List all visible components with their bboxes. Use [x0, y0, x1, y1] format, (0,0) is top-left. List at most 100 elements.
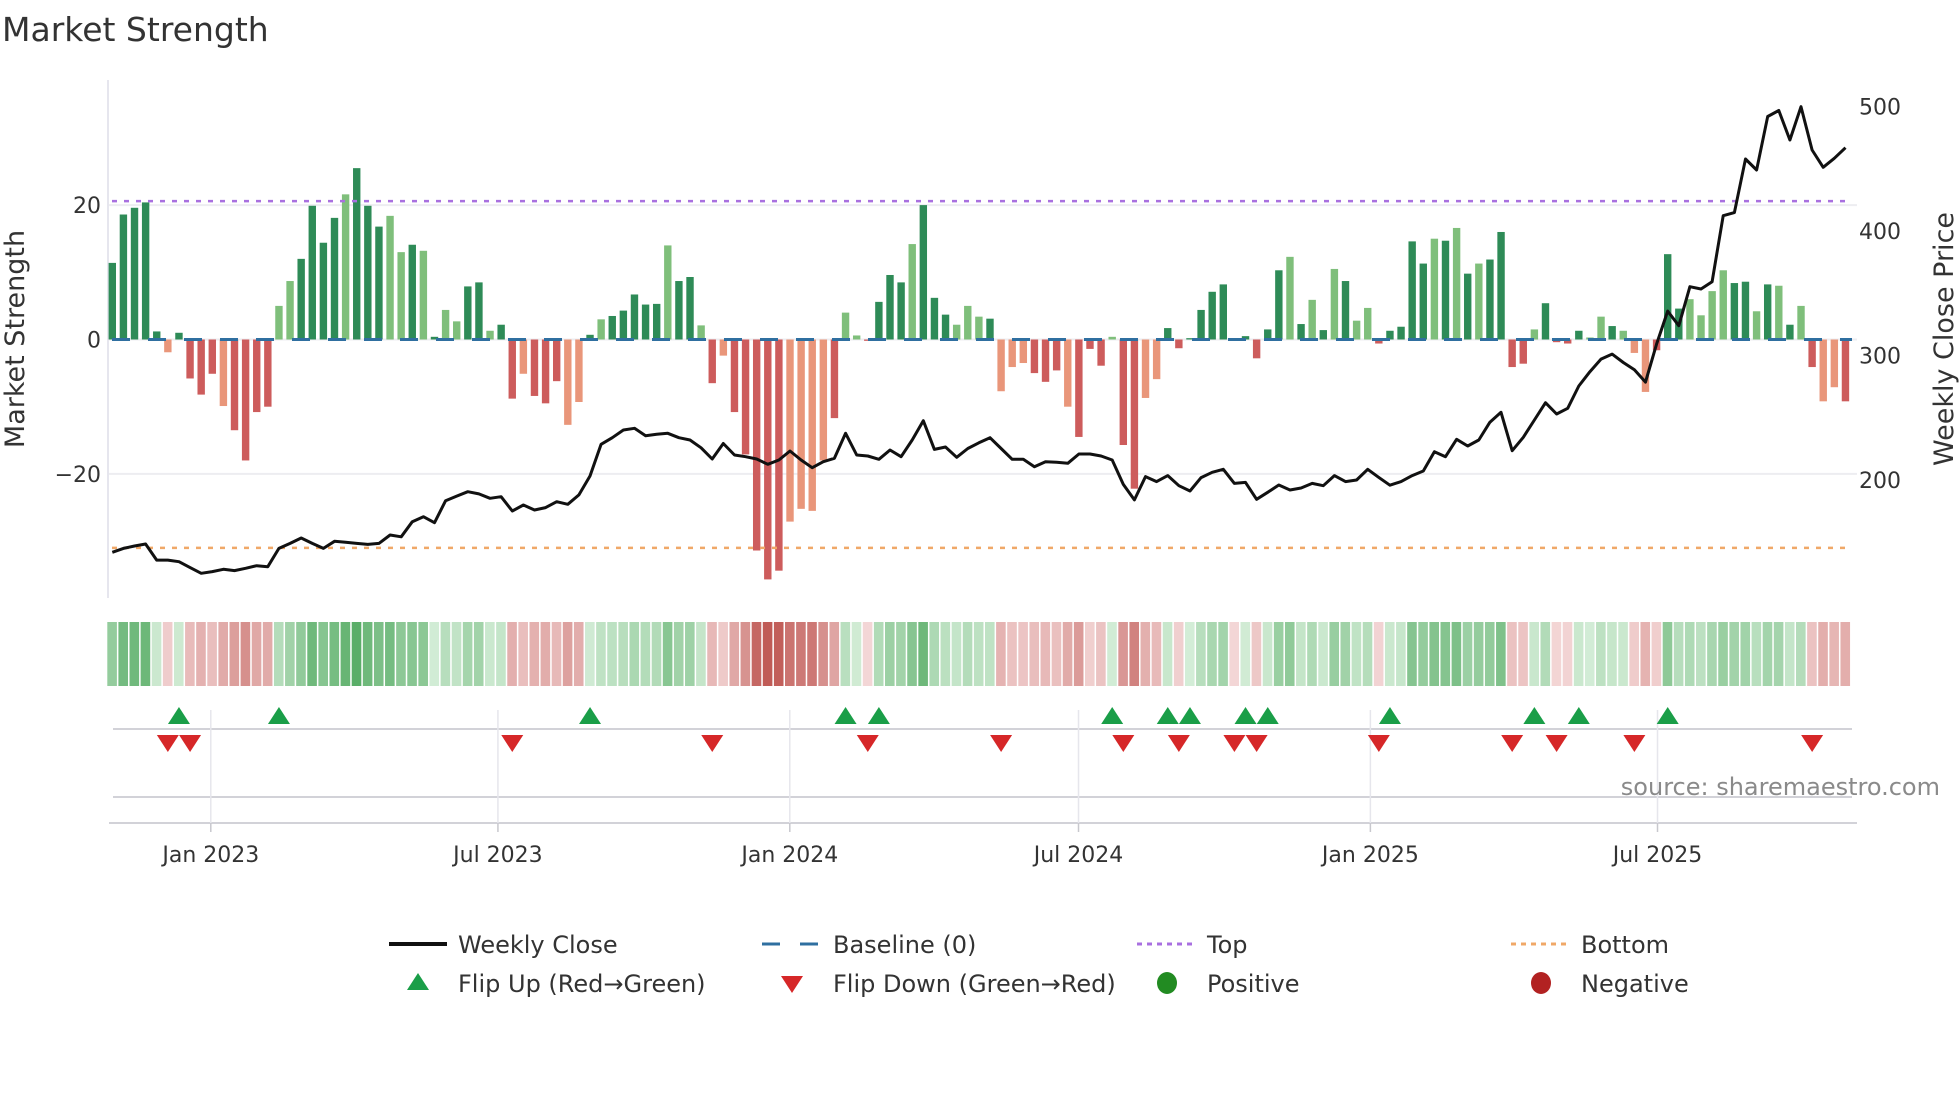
positive-bar: [1797, 305, 1805, 340]
positive-bar: [1597, 316, 1605, 340]
negative-bar: [164, 339, 172, 353]
flip-down-marker: [1223, 735, 1246, 752]
positive-bar: [1408, 241, 1416, 340]
heat-strip-cell: [740, 622, 751, 686]
positive-bar: [908, 244, 916, 340]
heat-strip-cell: [1329, 622, 1339, 686]
positive-bar: [1575, 330, 1583, 340]
reference-lines: [112, 199, 1852, 550]
heat-strip-cell: [462, 622, 473, 686]
legend-item-baseline: Baseline (0): [762, 931, 976, 959]
legend-item-flip-down: Flip Down (Green→Red): [781, 970, 1116, 998]
heat-strip-cell: [1140, 622, 1151, 686]
positive-bar: [841, 312, 850, 340]
flip-down-marker: [1501, 735, 1524, 752]
heat-strip-cell: [1240, 622, 1251, 686]
positive-bar: [930, 297, 939, 340]
positive-bar: [341, 194, 350, 340]
heat-strip-cell: [1462, 622, 1473, 686]
negative-bar: [186, 339, 194, 379]
negative-bar: [1175, 339, 1183, 349]
heat-strip-cell: [1307, 622, 1317, 686]
positive-bar: [1430, 238, 1439, 340]
negative-bar: [1019, 339, 1028, 364]
legend-label: Top: [1206, 931, 1248, 959]
positive-bar: [1419, 263, 1427, 340]
flip-up-marker: [1101, 707, 1124, 724]
heat-strip-cell: [1762, 622, 1773, 686]
heat-strip-cell: [1151, 622, 1162, 686]
x-tick-label: Jul 2024: [1032, 843, 1124, 868]
heat-strip-cell: [585, 622, 595, 686]
y2-tick-label: 200: [1859, 469, 1901, 494]
negative-bar: [541, 339, 550, 404]
positive-bar: [897, 282, 905, 340]
heat-strip-cell: [285, 622, 295, 686]
heat-strip-cell: [762, 622, 773, 686]
legend-item-bottom: Bottom: [1511, 931, 1669, 959]
heat-strip-cell: [1096, 622, 1106, 686]
negative-bar: [564, 339, 572, 425]
heat-strip-cell: [1673, 622, 1684, 686]
heat-strip-cell: [885, 622, 895, 686]
negative-bar: [819, 339, 828, 461]
flip-panel: [109, 710, 1857, 832]
heat-strip-cell: [962, 622, 973, 686]
heat-strip-cell: [1484, 622, 1495, 686]
negative-bar: [575, 339, 583, 402]
positive-bar: [475, 282, 483, 340]
negative-bar: [1152, 339, 1161, 380]
triangle-down-icon: [781, 976, 803, 993]
negative-bar: [775, 339, 783, 571]
legend-label: Flip Up (Red→Green): [458, 970, 706, 998]
negative-bar: [1819, 339, 1827, 402]
negative-bar: [219, 339, 228, 407]
positive-bar: [1530, 329, 1539, 340]
positive-bar: [1608, 326, 1616, 340]
positive-bar: [353, 168, 361, 340]
heat-strip-cell: [1062, 622, 1073, 686]
positive-bar: [952, 324, 961, 340]
negative-bar: [997, 339, 1005, 392]
flip-up-marker: [1156, 707, 1179, 724]
negative-bar: [1630, 339, 1639, 353]
heat-strip-cell: [562, 622, 573, 686]
circle-icon: [1531, 972, 1551, 994]
heat-strip-cell: [1796, 622, 1806, 686]
negative-bar: [764, 339, 772, 580]
heat-strip-cell: [1018, 622, 1028, 686]
flip-down-marker: [990, 735, 1013, 752]
heat-strip-cell: [485, 622, 495, 686]
circle-icon: [1157, 972, 1177, 994]
heat-strip-cell: [1262, 622, 1273, 686]
positive-bar: [619, 310, 628, 340]
heat-strip-cell: [173, 622, 184, 686]
heat-strip-cell: [1618, 622, 1628, 686]
positive-bar: [1475, 263, 1483, 340]
heat-strip-cell: [1229, 622, 1240, 686]
y-tick-label: 20: [73, 194, 101, 219]
negative-bar: [1141, 339, 1150, 398]
heat-strip-cell: [1118, 622, 1128, 686]
heat-strip-cell: [1351, 622, 1362, 686]
heat-strip-cell: [1718, 622, 1728, 686]
heat-strip-cell: [507, 622, 517, 686]
flip-down-marker: [1367, 735, 1390, 752]
negative-bar: [264, 339, 272, 407]
heat-strip-cell: [373, 622, 384, 686]
positive-bar: [1219, 284, 1227, 340]
negative-bar: [553, 339, 561, 382]
y-tick-label: 0: [87, 329, 101, 354]
positive-bar: [441, 309, 450, 340]
negative-bar: [1041, 339, 1050, 382]
positive-bar: [408, 244, 416, 340]
heat-strip-cell: [618, 622, 628, 686]
heat-strip-cell: [540, 622, 551, 686]
heat-strip-cell: [140, 622, 151, 686]
positive-bar: [1341, 281, 1350, 340]
source-note: source: sharemaestro.com: [1621, 773, 1940, 801]
positive-bar: [1108, 336, 1116, 340]
heat-strip-cell: [1207, 622, 1217, 686]
heat-strip-cell: [1729, 622, 1739, 686]
heat-strip-cell: [607, 622, 617, 686]
